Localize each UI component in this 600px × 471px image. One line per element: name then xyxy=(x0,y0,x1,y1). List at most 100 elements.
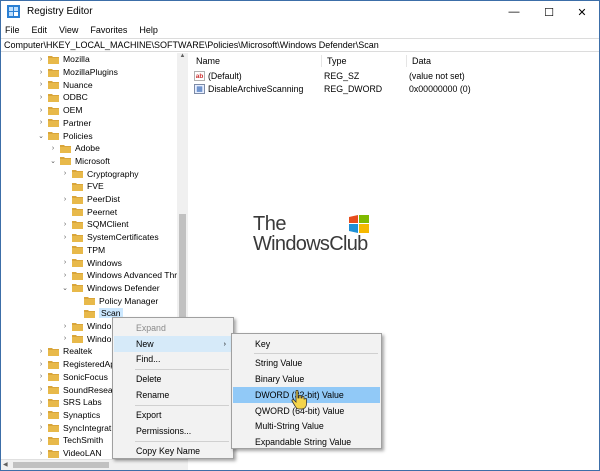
expand-arrow-icon[interactable]: › xyxy=(37,450,45,457)
expand-arrow-icon[interactable]: › xyxy=(61,196,69,203)
collapse-arrow-icon[interactable]: ⌄ xyxy=(49,157,57,165)
tree-item[interactable]: › Realtek xyxy=(37,345,92,358)
expand-arrow-icon[interactable]: › xyxy=(37,373,45,380)
expand-arrow-icon[interactable]: › xyxy=(37,81,45,88)
tree-item[interactable]: › Cryptography xyxy=(61,167,139,180)
tree-item[interactable]: › SQMClient xyxy=(61,218,129,231)
context-menu-item-permissions[interactable]: Permissions... xyxy=(114,423,232,439)
folder-icon xyxy=(48,81,59,90)
context-menu-item-copy-key-name[interactable]: Copy Key Name xyxy=(114,443,232,459)
menu-favorites[interactable]: Favorites xyxy=(84,23,133,37)
context-menu-item-new[interactable]: New › xyxy=(114,336,232,352)
column-divider[interactable] xyxy=(406,55,407,67)
expand-arrow-icon[interactable]: › xyxy=(61,170,69,177)
title-bar[interactable]: Registry Editor — ☐ ✕ xyxy=(1,1,599,23)
new-submenu-item-multi-string-value[interactable]: Multi-String Value xyxy=(233,418,380,434)
new-submenu-item-key[interactable]: Key xyxy=(233,336,380,352)
tree-item[interactable]: › SyncIntegrat xyxy=(37,421,111,434)
tree-item[interactable]: › OEM xyxy=(37,104,83,117)
tree-item[interactable]: › ODBC xyxy=(37,91,88,104)
expand-arrow-icon[interactable]: › xyxy=(49,145,57,152)
expand-arrow-icon[interactable]: › xyxy=(37,361,45,368)
expand-arrow-icon[interactable]: › xyxy=(37,386,45,393)
tree-item[interactable]: › TechSmith xyxy=(37,434,103,447)
folder-icon xyxy=(72,246,83,255)
tree-item-label: FVE xyxy=(87,181,104,192)
tree-item[interactable]: ⌄ Microsoft xyxy=(49,155,110,168)
column-divider[interactable] xyxy=(321,55,322,67)
tree-item[interactable]: › SonicFocus xyxy=(37,371,108,384)
tree-item[interactable]: › RegisteredAp xyxy=(37,358,115,371)
tree-item[interactable]: › VideoLAN xyxy=(37,447,102,459)
expand-arrow-icon[interactable]: › xyxy=(37,411,45,418)
tree-item[interactable]: › SystemCertificates xyxy=(61,231,159,244)
expand-arrow-icon[interactable]: › xyxy=(61,335,69,342)
new-submenu-item-string-value[interactable]: String Value xyxy=(233,355,380,371)
expand-arrow-icon[interactable]: › xyxy=(37,399,45,406)
expand-arrow-icon[interactable]: › xyxy=(61,234,69,241)
menu-edit[interactable]: Edit xyxy=(26,23,54,37)
column-header-type[interactable]: Type xyxy=(327,56,347,66)
tree-item-label: Partner xyxy=(63,117,92,128)
new-submenu-item-binary-value[interactable]: Binary Value xyxy=(233,371,380,387)
expand-arrow-icon[interactable]: › xyxy=(37,69,45,76)
column-header-name[interactable]: Name xyxy=(196,56,220,66)
tree-item[interactable]: › PeerDist xyxy=(61,193,120,206)
tree-horizontal-scrollbar[interactable]: ◀ xyxy=(1,459,188,470)
tree-item[interactable]: › Windo xyxy=(61,332,112,345)
context-menu-item-find[interactable]: Find... xyxy=(114,351,232,367)
tree-item[interactable]: TPM xyxy=(61,244,105,257)
tree-item[interactable]: ⌄ Windows Defender xyxy=(61,282,160,295)
expand-arrow-icon[interactable]: › xyxy=(37,119,45,126)
window-title: Registry Editor xyxy=(27,6,93,17)
tree-item[interactable]: › SRS Labs xyxy=(37,396,102,409)
context-menu-item-export[interactable]: Export xyxy=(114,407,232,423)
expand-arrow-icon[interactable]: › xyxy=(61,272,69,279)
tree-item[interactable]: › Partner xyxy=(37,117,91,130)
tree-item[interactable]: ⌄ Policies xyxy=(37,129,93,142)
expand-arrow-icon[interactable]: › xyxy=(37,56,45,63)
tree-item[interactable]: › Mozilla xyxy=(37,53,90,66)
tree-hscroll-thumb[interactable] xyxy=(13,462,109,468)
expand-arrow-icon[interactable]: › xyxy=(61,221,69,228)
expand-arrow-icon[interactable]: › xyxy=(37,437,45,444)
collapse-arrow-icon[interactable]: ⌄ xyxy=(37,132,45,140)
tree-item-label: Mozilla xyxy=(63,54,90,65)
context-menu-item-rename[interactable]: Rename xyxy=(114,387,232,403)
maximize-button[interactable]: ☐ xyxy=(532,1,566,23)
expand-arrow-icon[interactable]: › xyxy=(37,94,45,101)
folder-icon xyxy=(48,132,59,141)
minimize-button[interactable]: — xyxy=(497,1,531,23)
column-header-data[interactable]: Data xyxy=(412,56,431,66)
tree-item[interactable]: Peernet xyxy=(61,205,117,218)
tree-item[interactable]: › Windows Advanced Thr xyxy=(61,269,177,282)
expand-arrow-icon[interactable]: › xyxy=(37,424,45,431)
expand-arrow-icon[interactable]: › xyxy=(61,259,69,266)
address-bar[interactable]: Computer\HKEY_LOCAL_MACHINE\SOFTWARE\Pol… xyxy=(1,38,599,52)
collapse-arrow-icon[interactable]: ⌄ xyxy=(61,284,69,292)
scroll-up-arrow-icon[interactable]: ▲ xyxy=(177,53,188,63)
context-menu-item-expand[interactable]: Expand xyxy=(114,320,232,336)
menu-view[interactable]: View xyxy=(53,23,84,37)
expand-arrow-icon[interactable]: › xyxy=(37,107,45,114)
tree-item[interactable]: › MozillaPlugins xyxy=(37,66,118,79)
menu-file[interactable]: File xyxy=(1,23,26,37)
tree-item[interactable]: › Adobe xyxy=(49,142,100,155)
value-row[interactable]: ▦ DisableArchiveScanning REG_DWORD 0x000… xyxy=(194,83,471,95)
context-menu-item-delete[interactable]: Delete xyxy=(114,371,232,387)
tree-item[interactable]: › Nuance xyxy=(37,78,93,91)
tree-item[interactable]: Policy Manager xyxy=(73,294,158,307)
expand-arrow-icon[interactable]: › xyxy=(61,323,69,330)
tree-item[interactable]: › Synaptics xyxy=(37,409,100,422)
expand-arrow-icon[interactable]: › xyxy=(37,348,45,355)
menu-help[interactable]: Help xyxy=(133,23,164,37)
value-row[interactable]: ab (Default) REG_SZ (value not set) xyxy=(194,70,465,82)
tree-item[interactable]: › Windo xyxy=(61,320,112,333)
folder-icon xyxy=(48,424,59,433)
new-submenu-item-expandable-string-value[interactable]: Expandable String Value xyxy=(233,434,380,450)
close-button[interactable]: ✕ xyxy=(565,1,599,23)
tree-item[interactable]: › Windows xyxy=(61,256,122,269)
tree-item[interactable]: FVE xyxy=(61,180,104,193)
tree-item[interactable]: › SoundResea xyxy=(37,383,113,396)
scroll-left-arrow-icon[interactable]: ◀ xyxy=(3,461,8,468)
